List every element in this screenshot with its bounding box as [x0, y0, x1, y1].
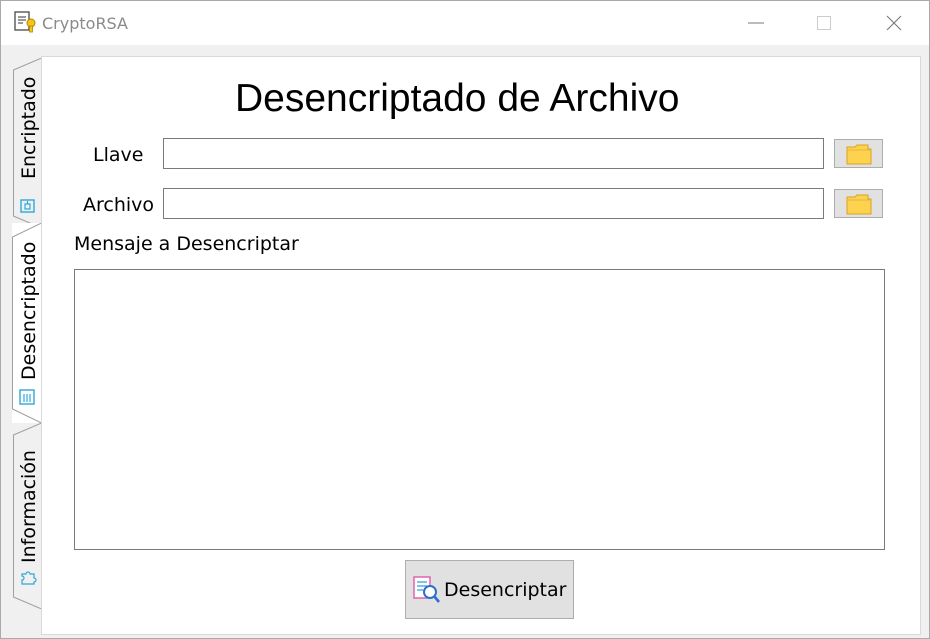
decrypt-button[interactable]: Desencriptar [405, 560, 574, 619]
tab-informacion-label: Información [18, 450, 40, 563]
key-input[interactable] [163, 138, 824, 169]
minimize-button[interactable] [733, 1, 779, 45]
decrypt-button-label: Desencriptar [444, 579, 567, 601]
folder-icon [846, 144, 872, 165]
lock-document-icon [19, 197, 37, 215]
tab-informacion[interactable]: Información [13, 423, 42, 609]
tab-encriptado[interactable]: Encriptado [13, 58, 42, 228]
tab-page-desencriptado: Desencriptado de Archivo Llave Archivo M… [41, 56, 921, 635]
folder-icon [846, 194, 872, 215]
puzzle-icon [19, 568, 37, 586]
file-input[interactable] [163, 188, 824, 219]
document-list-icon [18, 388, 36, 406]
tab-desencriptado[interactable]: Desencriptado [12, 223, 42, 423]
close-button[interactable] [871, 1, 917, 45]
file-label: Archivo [83, 194, 155, 216]
title-bar[interactable]: CryptoRSA [1, 1, 929, 45]
browse-key-button[interactable] [834, 139, 883, 168]
message-label: Mensaje a Desencriptar [74, 233, 299, 255]
tab-desencriptado-label: Desencriptado [18, 241, 40, 380]
message-textarea[interactable] [74, 269, 885, 550]
key-label: Llave [93, 144, 144, 166]
maximize-button[interactable] [801, 1, 847, 45]
browse-file-button[interactable] [834, 189, 883, 218]
minimize-icon [748, 22, 764, 24]
close-icon [886, 15, 902, 31]
search-document-icon [413, 576, 441, 609]
vertical-tab-strip: Encriptado Desencriptado Información [1, 45, 43, 639]
app-window: CryptoRSA Encriptado Desencriptado Infor… [0, 0, 930, 639]
page-title: Desencriptado de Archivo [235, 77, 680, 120]
app-icon [14, 11, 36, 35]
tab-encriptado-label: Encriptado [18, 76, 40, 179]
maximize-icon [817, 16, 831, 30]
window-title: CryptoRSA [42, 14, 128, 33]
